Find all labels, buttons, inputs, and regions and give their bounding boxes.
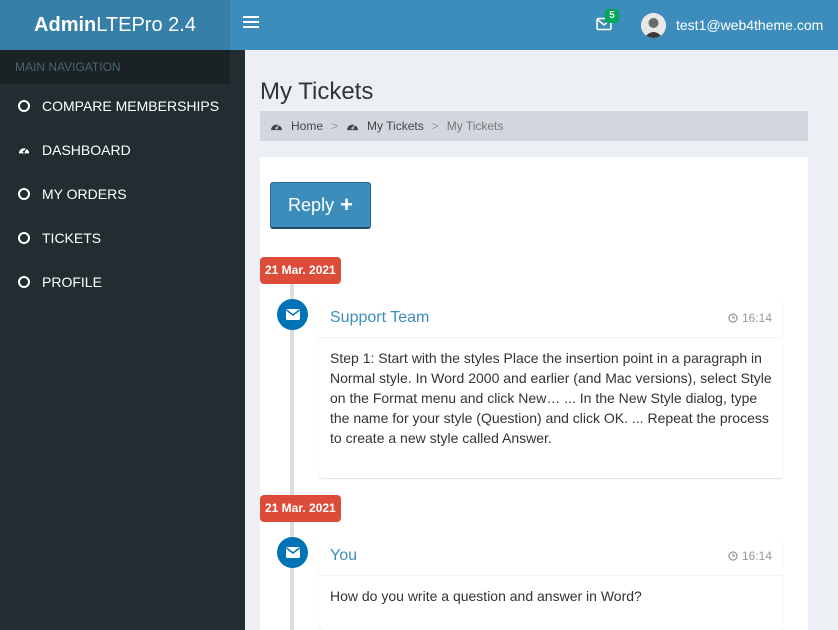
envelope-icon <box>277 537 308 568</box>
sidebar-edge <box>230 50 245 630</box>
sidebar-item-label: PROFILE <box>42 274 102 290</box>
dashboard-icon <box>18 147 30 154</box>
breadcrumb: Home > My Tickets > My Tickets <box>260 111 808 141</box>
sidebar: MAIN NAVIGATION COMPARE MEMBERSHIPS DASH… <box>0 50 230 630</box>
breadcrumb-item-current: My Tickets <box>446 119 504 133</box>
breadcrumb-label: My Tickets <box>367 119 424 133</box>
mail-count-badge: 5 <box>605 9 619 23</box>
clock-icon <box>728 312 738 323</box>
logo-light-text: LTEPro 2.4 <box>96 14 196 36</box>
timeline-date-label: 21 Mar. 2021 <box>260 495 341 522</box>
sidebar-item-label: DASHBOARD <box>42 142 131 158</box>
breadcrumb-item-my-tickets[interactable]: My Tickets <box>346 119 424 133</box>
timeline-author[interactable]: You <box>330 547 357 565</box>
timeline-item-header: You 16:14 <box>319 536 783 576</box>
sidebar-item-compare-memberships[interactable]: COMPARE MEMBERSHIPS <box>0 84 230 128</box>
dashboard-icon <box>347 124 358 131</box>
reply-button-label: Reply <box>288 194 335 215</box>
sidebar-item-my-orders[interactable]: MY ORDERS <box>0 172 230 216</box>
logo-bold-text: Admin <box>34 14 97 36</box>
timeline-time: 16:14 <box>728 549 772 563</box>
sidebar-item-label: TICKETS <box>42 230 102 246</box>
app-logo[interactable]: AdminLTEPro 2.4 <box>0 0 230 50</box>
user-email[interactable]: test1@web4theme.com <box>676 17 823 33</box>
sidebar-item-dashboard[interactable]: DASHBOARD <box>0 128 230 172</box>
dashboard-icon <box>271 124 282 131</box>
timeline-date-label: 21 Mar. 2021 <box>260 257 341 284</box>
top-header: AdminLTEPro 2.4 5 test1@web4theme.com <box>0 0 838 50</box>
circle-icon <box>18 276 30 288</box>
breadcrumb-item-home[interactable]: Home <box>270 119 323 133</box>
timeline-time-text: 16:14 <box>741 548 772 563</box>
timeline-item-header: Support Team 16:14 <box>319 298 783 338</box>
sidebar-item-profile[interactable]: PROFILE <box>0 260 230 304</box>
user-avatar[interactable] <box>641 13 666 38</box>
timeline-item: You 16:14 How do you write a question an… <box>319 536 783 630</box>
timeline-time: 16:14 <box>728 311 772 325</box>
breadcrumb-label: Home <box>291 119 324 133</box>
sidebar-toggle-icon[interactable] <box>243 16 259 34</box>
sidebar-item-label: MY ORDERS <box>42 186 127 202</box>
circle-icon <box>18 188 30 200</box>
timeline-body: Step 1: Start with the styles Place the … <box>330 350 772 446</box>
clock-icon <box>728 550 738 561</box>
envelope-icon <box>277 299 308 330</box>
timeline-author[interactable]: Support Team <box>330 309 429 327</box>
circle-icon <box>18 232 30 244</box>
plus-icon: + <box>340 192 353 217</box>
sidebar-section-header: MAIN NAVIGATION <box>0 50 230 84</box>
breadcrumb-separator: > <box>431 119 439 133</box>
circle-icon <box>18 100 30 112</box>
timeline-item: Support Team 16:14 Step 1: Start with th… <box>319 298 783 478</box>
breadcrumb-separator: > <box>331 119 339 133</box>
page-title: My Tickets <box>260 78 374 105</box>
timeline-body: How do you write a question and answer i… <box>330 588 642 604</box>
sidebar-item-tickets[interactable]: TICKETS <box>0 216 230 260</box>
reply-button[interactable]: Reply + <box>270 182 371 229</box>
timeline-time-text: 16:14 <box>741 310 772 325</box>
timeline-line <box>290 283 294 630</box>
sidebar-item-label: COMPARE MEMBERSHIPS <box>42 98 220 114</box>
